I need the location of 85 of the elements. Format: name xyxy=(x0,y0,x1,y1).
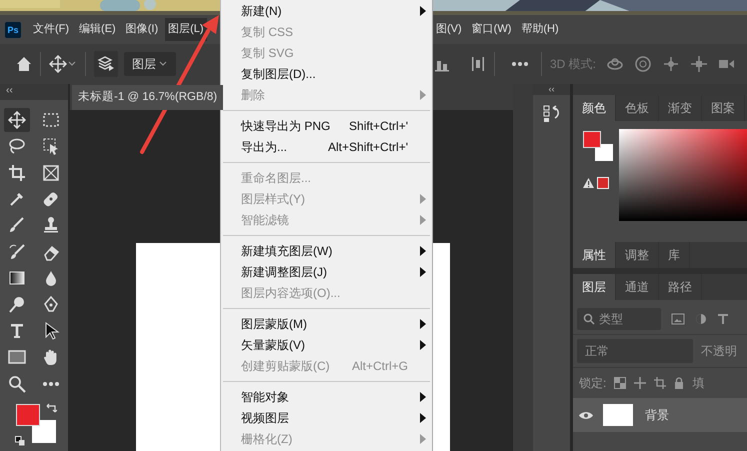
menu-item[interactable]: 快速导出为 PNG Shift+Ctrl+' xyxy=(221,115,432,136)
panel-tab[interactable]: 图层 xyxy=(573,274,616,300)
warning-icon xyxy=(583,178,594,188)
menu-item[interactable]: 矢量蒙版(V) xyxy=(221,334,432,355)
more-icon xyxy=(42,380,60,387)
eye-icon[interactable] xyxy=(579,410,593,420)
dodge-icon xyxy=(8,296,26,314)
brush-icon xyxy=(8,242,26,261)
color-field[interactable] xyxy=(619,129,747,221)
menu[interactable]: 图(V) xyxy=(433,18,465,41)
default-colors-icon[interactable] xyxy=(15,436,25,446)
panel-tab[interactable]: 颜色 xyxy=(573,95,616,121)
slide-icon[interactable] xyxy=(690,55,708,73)
move-tool-button[interactable] xyxy=(4,108,30,132)
menu[interactable]: 图层(L) xyxy=(165,18,207,41)
selection-arrow-icon xyxy=(42,137,60,156)
menu-item[interactable]: 智能对象 xyxy=(221,386,432,407)
marquee-icon xyxy=(42,110,60,129)
lock-label: 锁定: xyxy=(579,375,606,392)
document-tab[interactable]: 未标题-1 @ 16.7%(RGB/8) xyxy=(72,84,224,110)
shortcut-text: Alt+Ctrl+G xyxy=(352,358,408,374)
menu-item[interactable]: 图层蒙版(M) xyxy=(221,313,432,334)
crop-icon[interactable] xyxy=(654,377,666,389)
lasso-icon xyxy=(8,137,26,156)
lock-icon[interactable] xyxy=(674,377,684,389)
menu[interactable]: 文件(F) xyxy=(30,18,72,41)
more-icon[interactable] xyxy=(511,61,529,67)
app-logo: Ps xyxy=(5,22,21,38)
image-icon[interactable] xyxy=(671,313,685,325)
layer-filter-dropdown[interactable]: 类型 xyxy=(577,308,661,330)
gamut-color-swatch[interactable] xyxy=(597,177,609,189)
caret-icon[interactable] xyxy=(67,60,77,68)
roll-icon[interactable] xyxy=(634,55,652,73)
mode-label: 3D 模式: xyxy=(550,56,596,73)
blend-mode-dropdown[interactable]: 正常 xyxy=(577,339,693,363)
collapse-button[interactable]: ‹‹ xyxy=(0,84,68,100)
menu-item[interactable]: 导出为... Alt+Shift+Ctrl+' xyxy=(221,136,432,157)
panel-tab[interactable]: 路径 xyxy=(659,274,702,300)
menu-item[interactable]: 新建调整图层(J) xyxy=(221,261,432,282)
caret-icon xyxy=(158,60,168,68)
menu-item[interactable]: 视频图层 xyxy=(221,407,432,428)
collapse-button[interactable]: ‹‹ xyxy=(533,84,570,95)
color-swatches[interactable] xyxy=(583,131,613,161)
panel-tab[interactable]: 色板 xyxy=(616,95,659,121)
frame-icon xyxy=(42,164,60,182)
panel-tab[interactable]: 通道 xyxy=(616,274,659,300)
pan-icon[interactable] xyxy=(662,55,680,73)
stamp-icon xyxy=(42,216,60,234)
brush-icon xyxy=(8,216,26,234)
menu[interactable]: 窗口(W) xyxy=(468,18,514,41)
adjustment-icon[interactable] xyxy=(695,313,707,325)
pen-icon xyxy=(42,296,60,314)
search-icon xyxy=(583,313,595,325)
checker-icon[interactable] xyxy=(614,377,626,389)
distribute-icon[interactable] xyxy=(470,56,486,72)
panel-tab[interactable]: 渐变 xyxy=(659,95,702,121)
menu[interactable]: 帮助(H) xyxy=(518,18,562,41)
shortcut-text: Shift+Ctrl+' xyxy=(349,118,408,134)
menu-item[interactable]: 新建(N) xyxy=(221,0,432,21)
move-icon[interactable] xyxy=(634,377,646,389)
zoom-icon xyxy=(8,374,26,393)
type-icon[interactable] xyxy=(717,313,729,325)
layers-icon xyxy=(97,55,115,73)
layer-row[interactable]: 背景 xyxy=(573,398,747,432)
layer-name: 背景 xyxy=(645,407,669,424)
menu[interactable]: 图像(I) xyxy=(122,18,162,41)
rectangle-icon xyxy=(8,348,26,366)
auto-select-button[interactable] xyxy=(94,51,118,77)
type-icon xyxy=(8,322,26,340)
gradient-icon xyxy=(8,269,26,288)
layer-dropdown[interactable]: 图层 xyxy=(124,52,176,76)
fill-label: 填 xyxy=(692,375,704,392)
panel-tab[interactable]: 属性 xyxy=(573,242,616,268)
menu-item[interactable]: 复制图层(D)... xyxy=(221,63,432,84)
swap-arrows-icon[interactable] xyxy=(46,402,57,413)
layer-thumbnail xyxy=(603,404,633,426)
panel-tab[interactable]: 图案 xyxy=(702,95,745,121)
crop-icon xyxy=(8,164,26,182)
move-icon xyxy=(8,110,26,129)
menu[interactable]: 编辑(E) xyxy=(76,18,119,41)
menu-item[interactable]: 新建填充图层(W) xyxy=(221,240,432,261)
shortcut-text: Alt+Shift+Ctrl+' xyxy=(328,138,408,156)
opacity-label: 不透明 xyxy=(701,343,737,360)
home-icon[interactable] xyxy=(16,56,32,72)
color-swatches[interactable] xyxy=(16,404,56,443)
